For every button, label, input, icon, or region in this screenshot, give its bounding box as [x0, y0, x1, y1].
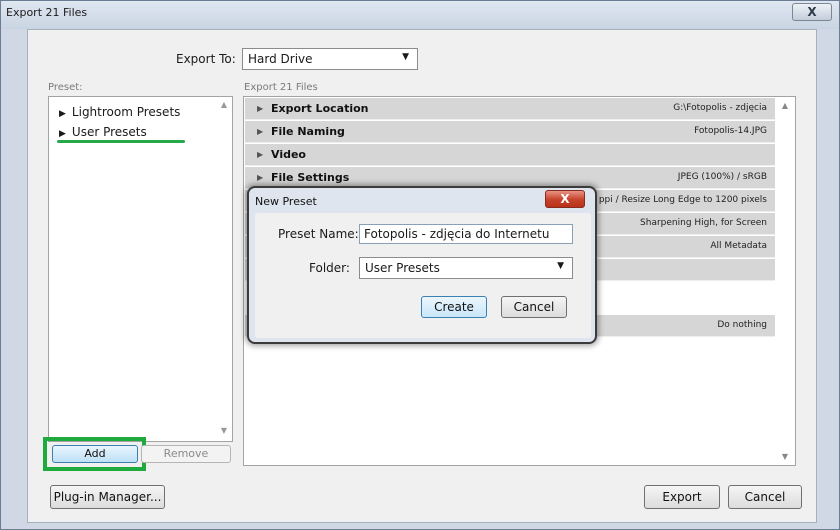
- preset-item-label: User Presets: [71, 125, 147, 139]
- triangle-right-icon: ▶: [257, 150, 264, 159]
- preset-item-user-presets[interactable]: ▶ User Presets: [59, 125, 147, 139]
- remove-preset-button[interactable]: Remove: [141, 445, 231, 463]
- close-window-button[interactable]: X: [792, 3, 832, 21]
- section-export-location[interactable]: ▶ Export Location G:\Fotopolis - zdjęcia: [245, 98, 775, 120]
- highlight-underline: [57, 140, 185, 143]
- dialog-cancel-button[interactable]: Cancel: [501, 296, 567, 318]
- window-title: Export 21 Files: [6, 6, 88, 19]
- section-summary: JPEG (100%) / sRGB: [677, 172, 767, 182]
- export-to-value: Hard Drive: [248, 52, 313, 66]
- folder-select[interactable]: User Presets ▼: [359, 257, 573, 279]
- plugin-manager-button[interactable]: Plug-in Manager...: [50, 485, 165, 509]
- scroll-up-icon[interactable]: ▲: [221, 100, 227, 109]
- new-preset-dialog: New Preset X Preset Name: Fotopolis - zd…: [247, 186, 597, 344]
- preset-label: Preset:: [48, 82, 83, 93]
- section-summary: All Metadata: [710, 241, 767, 251]
- section-file-naming[interactable]: ▶ File Naming Fotopolis-14.JPG: [245, 121, 775, 143]
- triangle-right-icon: ▶: [59, 109, 66, 119]
- folder-value: User Presets: [365, 261, 440, 275]
- section-title: Video: [271, 148, 306, 161]
- close-dialog-button[interactable]: X: [545, 190, 585, 208]
- triangle-right-icon: ▶: [59, 129, 66, 139]
- section-video[interactable]: ▶ Video: [245, 144, 775, 166]
- create-button[interactable]: Create: [421, 296, 487, 318]
- section-summary: 72 ppi / Resize Long Edge to 1200 pixels: [584, 195, 768, 205]
- dialog-body: Preset Name: Fotopolis - zdjęcia do Inte…: [255, 213, 591, 338]
- scroll-up-icon[interactable]: ▲: [782, 101, 788, 110]
- chevron-down-icon: ▼: [557, 261, 564, 271]
- preset-item-lightroom-presets[interactable]: ▶ Lightroom Presets: [59, 105, 180, 119]
- scroll-down-icon[interactable]: ▼: [782, 452, 788, 461]
- titlebar: Export 21 Files X: [1, 1, 839, 29]
- folder-label: Folder:: [309, 261, 350, 275]
- scroll-down-icon[interactable]: ▼: [221, 426, 227, 435]
- section-summary: Fotopolis-14.JPG: [694, 126, 767, 136]
- chevron-down-icon: ▼: [402, 52, 409, 62]
- export-button[interactable]: Export: [644, 485, 720, 509]
- add-preset-button[interactable]: Add: [52, 445, 138, 463]
- section-summary: Sharpening High, for Screen: [640, 218, 767, 228]
- triangle-right-icon: ▶: [257, 127, 264, 136]
- cancel-button[interactable]: Cancel: [728, 485, 802, 509]
- export-files-caption: Export 21 Files: [244, 82, 318, 93]
- section-title: File Naming: [271, 125, 345, 138]
- export-to-label: Export To:: [176, 52, 236, 66]
- section-title: Export Location: [271, 102, 369, 115]
- section-summary: G:\Fotopolis - zdjęcia: [673, 103, 767, 113]
- triangle-right-icon: ▶: [257, 104, 264, 113]
- preset-name-input[interactable]: Fotopolis - zdjęcia do Internetu: [359, 224, 573, 244]
- preset-name-label: Preset Name:: [278, 227, 359, 241]
- triangle-right-icon: ▶: [257, 173, 264, 182]
- section-summary: Do nothing: [717, 320, 767, 330]
- preset-item-label: Lightroom Presets: [71, 105, 181, 119]
- preset-list[interactable]: ▶ Lightroom Presets ▶ User Presets ▲ ▼: [48, 96, 233, 442]
- section-title: File Settings: [271, 171, 350, 184]
- export-to-select[interactable]: Hard Drive ▼: [242, 48, 418, 70]
- dialog-title: New Preset: [255, 195, 317, 208]
